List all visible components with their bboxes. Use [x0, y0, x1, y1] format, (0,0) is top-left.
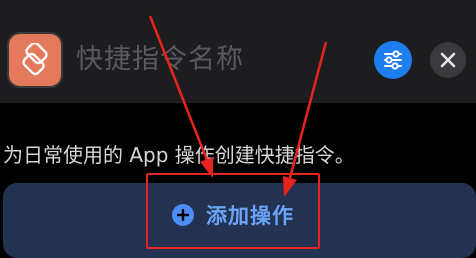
annotation-arrow-left	[148, 15, 213, 178]
annotation-arrow-right	[283, 41, 328, 197]
annotation-arrows	[148, 15, 328, 197]
